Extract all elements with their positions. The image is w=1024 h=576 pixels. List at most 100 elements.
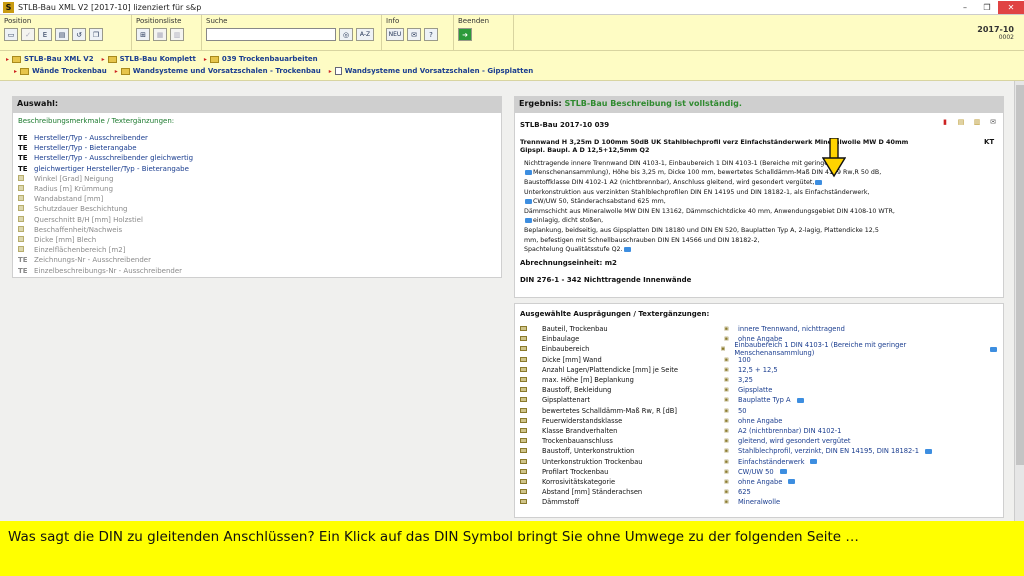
help-button[interactable]: ? <box>424 28 438 41</box>
attribute-row[interactable]: Einbaubereich ▣ Einbaubereich 1 DIN 4103-1… <box>520 341 998 357</box>
breadcrumb-item[interactable]: ▸ STLB-Bau Komplett <box>102 55 196 63</box>
link-icon[interactable]: ▣ <box>724 459 738 465</box>
attribute-row[interactable]: Feuerwiderstandsklasse ▣ ohne Angabe <box>520 416 998 426</box>
link-icon[interactable]: ▣ <box>724 469 738 475</box>
attribute-value[interactable]: 50 <box>738 407 747 415</box>
link-icon[interactable]: ▣ <box>721 346 735 352</box>
exit-icon[interactable]: ➜ <box>458 28 472 41</box>
attribute-row[interactable]: Baustoff, Unterkonstruktion ▣ Stahlblechpr… <box>520 446 998 456</box>
mail-icon[interactable]: ✉ <box>407 28 421 41</box>
list-export-icon[interactable]: ▥ <box>170 28 184 41</box>
attribute-row[interactable]: Bauteil, Trockenbau ▣ innere Trennwand, ni… <box>520 324 998 334</box>
arrow-icon: ▸ <box>14 67 18 75</box>
din-bubble-icon[interactable] <box>525 198 532 204</box>
breadcrumb-item[interactable]: ▸ Wandsysteme und Vorsatzschalen - Gipspl… <box>329 67 533 75</box>
undo-icon[interactable]: ↺ <box>72 28 86 41</box>
new-button[interactable]: NEU <box>386 28 404 41</box>
attribute-row[interactable]: Klasse Brandverhalten ▣ A2 (nichtbrennbar)… <box>520 426 998 436</box>
feature-item[interactable]: TE Hersteller/Typ - Ausschreibender gleic… <box>18 153 496 163</box>
feature-item: Radius [m] Krümmung <box>18 184 496 194</box>
scrollbar-thumb[interactable] <box>1016 85 1024 465</box>
new-document-icon[interactable]: ▭ <box>4 28 18 41</box>
selection-header: Auswahl: <box>12 96 502 112</box>
breadcrumb-item[interactable]: ▸ 039 Trockenbauarbeiten <box>204 55 318 63</box>
attribute-value[interactable]: Mineralwolle <box>738 498 780 506</box>
mail-icon[interactable]: ✉ <box>988 117 998 127</box>
attribute-value[interactable]: Gipsplatte <box>738 386 772 394</box>
attribute-row[interactable]: Dämmstoff ▣ Mineralwolle <box>520 497 998 507</box>
link-icon[interactable]: ▣ <box>724 428 738 434</box>
attribute-row[interactable]: bewertetes Schalldämm-Maß Rw, R [dB] ▣ 50 <box>520 406 998 416</box>
attribute-value[interactable]: Einbaubereich 1 DIN 4103-1 (Bereiche mit… <box>734 341 984 357</box>
din-bubble-icon[interactable] <box>815 179 823 185</box>
link-icon[interactable]: ▣ <box>724 367 738 373</box>
properties-icon[interactable]: ▤ <box>55 28 69 41</box>
attribute-row[interactable]: Baustoff, Bekleidung ▣ Gipsplatte <box>520 385 998 395</box>
attribute-row[interactable]: max. Höhe [m] Beplankung ▣ 3,25 <box>520 375 998 385</box>
din-bubble-icon[interactable] <box>623 246 631 252</box>
attribute-row[interactable]: Unterkonstruktion Trockenbau ▣ Einfachstän… <box>520 456 998 466</box>
feature-marker-icon <box>18 246 34 254</box>
feature-item[interactable]: TE Hersteller/Typ - Ausschreibender <box>18 133 496 143</box>
attribute-row[interactable]: Anzahl Lagen/Plattendicke [mm] je Seite ▣… <box>520 365 998 375</box>
link-icon[interactable]: ▣ <box>724 408 738 414</box>
attribute-value[interactable]: CW/UW 50 <box>738 468 774 476</box>
close-button[interactable]: ✕ <box>998 0 1024 14</box>
check-icon[interactable]: ✓ <box>21 28 35 41</box>
attribute-value[interactable]: 3,25 <box>738 376 753 384</box>
attribute-value[interactable]: innere Trennwand, nichttragend <box>738 325 845 333</box>
copy-icon[interactable]: ❐ <box>89 28 103 41</box>
din-bubble-icon[interactable] <box>525 217 532 223</box>
din-bubble-icon[interactable] <box>810 459 818 465</box>
attribute-value[interactable]: Einfachständerwerk <box>738 458 804 466</box>
attribute-row[interactable]: Abstand [mm] Ständerachsen ▣ 625 <box>520 487 998 497</box>
din-bubble-icon[interactable] <box>788 479 796 485</box>
attribute-value[interactable]: Bauplatte Typ A <box>738 396 791 404</box>
attribute-row[interactable]: Profilart Trockenbau ▣ CW/UW 50 <box>520 467 998 477</box>
az-search-button[interactable]: A-Z <box>356 28 374 41</box>
list-add-icon[interactable]: ⊞ <box>136 28 150 41</box>
feature-item[interactable]: TE gleichwertiger Hersteller/Typ - Bieter… <box>18 164 496 174</box>
link-icon[interactable]: ▣ <box>724 438 738 444</box>
din-bubble-icon[interactable] <box>525 169 532 175</box>
din-bubble-icon[interactable] <box>990 346 998 352</box>
link-icon[interactable]: ▣ <box>724 357 738 363</box>
feature-item[interactable]: TE Hersteller/Typ - Bieterangabe <box>18 143 496 153</box>
link-icon[interactable]: ▣ <box>724 377 738 383</box>
attribute-value[interactable]: 100 <box>738 356 751 364</box>
binoculars-icon[interactable]: ◎ <box>339 28 353 41</box>
attribute-value[interactable]: 625 <box>738 488 751 496</box>
vertical-scrollbar[interactable] <box>1014 81 1024 576</box>
link-icon[interactable]: ▣ <box>724 418 738 424</box>
attribute-value[interactable]: 12,5 + 12,5 <box>738 366 778 374</box>
attribute-value[interactable]: Stahlblechprofil, verzinkt, DIN EN 14195… <box>738 447 919 455</box>
attribute-value[interactable]: A2 (nichtbrennbar) DIN 4102-1 <box>738 427 841 435</box>
attribute-row[interactable]: Gipsplattenart ▣ Bauplatte Typ A <box>520 395 998 405</box>
din-bubble-icon[interactable] <box>924 448 932 454</box>
link-icon[interactable]: ▣ <box>724 479 738 485</box>
breadcrumb-item[interactable]: ▸ Wandsysteme und Vorsatzschalen - Trocke… <box>115 67 321 75</box>
maximize-button[interactable]: ❐ <box>976 1 998 14</box>
attribute-row[interactable]: Trockenbauanschluss ▣ gleitend, wird geson… <box>520 436 998 446</box>
link-icon[interactable]: ▣ <box>724 326 738 332</box>
link-icon[interactable]: ▣ <box>724 397 738 403</box>
breadcrumb-item[interactable]: ▸ STLB-Bau XML V2 <box>6 55 94 63</box>
link-icon[interactable]: ▣ <box>724 489 738 495</box>
link-icon[interactable]: ▣ <box>724 499 738 505</box>
link-icon[interactable]: ▣ <box>724 387 738 393</box>
list-view-icon[interactable]: ▦ <box>153 28 167 41</box>
note-icon[interactable]: ▥ <box>972 117 982 127</box>
attachment-icon[interactable]: ▤ <box>956 117 966 127</box>
link-icon[interactable]: ▣ <box>724 448 738 454</box>
edit-icon[interactable]: E <box>38 28 52 41</box>
search-input[interactable] <box>206 28 336 41</box>
warning-icon[interactable]: ▮ <box>940 117 950 127</box>
breadcrumb-item[interactable]: ▸ Wände Trockenbau <box>14 67 107 75</box>
din-bubble-icon[interactable] <box>779 469 787 475</box>
attribute-value[interactable]: ohne Angabe <box>738 478 782 486</box>
minimize-button[interactable]: – <box>954 1 976 14</box>
attribute-row[interactable]: Korrosivitätskategorie ▣ ohne Angabe <box>520 477 998 487</box>
attribute-value[interactable]: gleitend, wird gesondert vergütet <box>738 437 850 445</box>
din-bubble-icon[interactable] <box>796 397 804 403</box>
attribute-value[interactable]: ohne Angabe <box>738 417 782 425</box>
